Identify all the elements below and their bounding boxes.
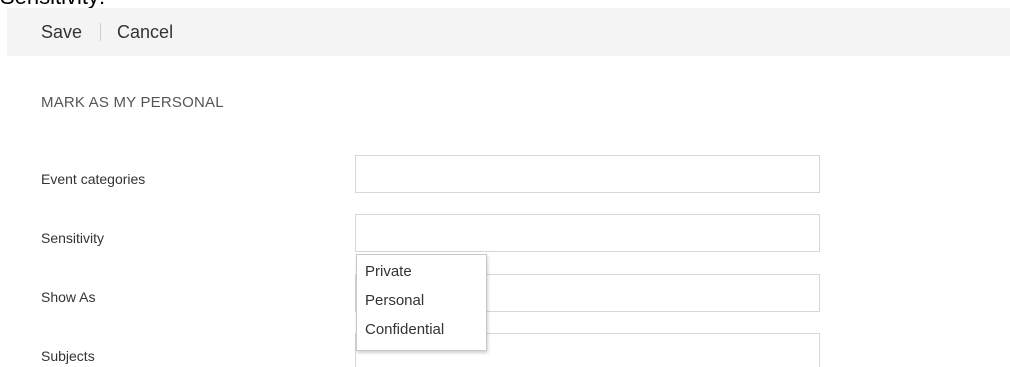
sensitivity-label: Sensitivity bbox=[41, 230, 105, 246]
section-heading: MARK AS MY PERSONAL bbox=[41, 94, 224, 111]
event-categories-input[interactable] bbox=[355, 155, 820, 193]
dropdown-option-confidential[interactable]: Confidential bbox=[357, 319, 486, 348]
event-categories-label: Event categories bbox=[41, 171, 146, 187]
toolbar: Save Cancel bbox=[7, 8, 1010, 56]
cancel-button[interactable]: Cancel bbox=[117, 21, 173, 43]
sensitivity-dropdown-menu: Private Personal Confidential bbox=[356, 254, 487, 351]
show-as-label: Show As bbox=[41, 289, 96, 305]
save-button[interactable]: Save bbox=[41, 21, 82, 43]
dropdown-option-private[interactable]: Private bbox=[357, 261, 486, 290]
dropdown-option-personal[interactable]: Personal bbox=[357, 290, 486, 319]
toolbar-divider bbox=[100, 23, 102, 41]
page-caption: Sensitivity: bbox=[0, 0, 105, 8]
sensitivity-select[interactable] bbox=[355, 214, 820, 252]
page: Sensitivity: Save Cancel MARK AS MY PERS… bbox=[0, 0, 1010, 367]
subjects-label: Subjects bbox=[41, 348, 95, 364]
